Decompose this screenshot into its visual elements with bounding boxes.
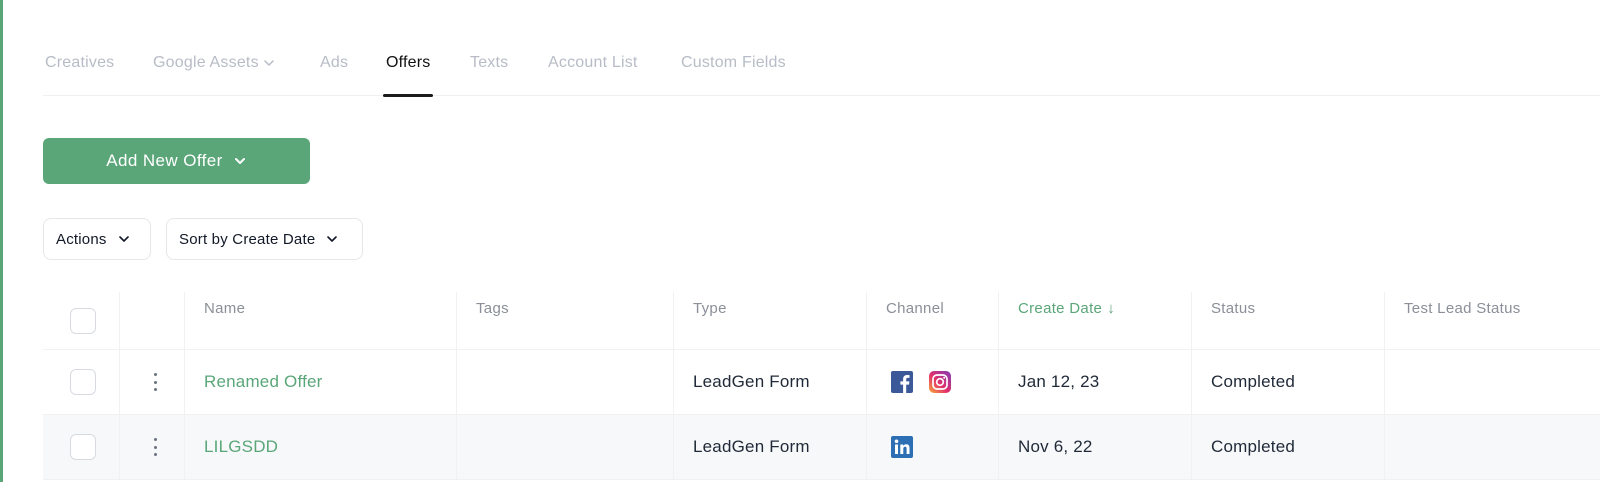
offer-test-lead-status-cell <box>1384 415 1600 479</box>
sort-dropdown[interactable]: Sort by Create Date <box>166 218 363 260</box>
offer-status-cell: Completed <box>1211 372 1296 391</box>
sort-descending-icon: ↓ <box>1107 300 1115 317</box>
column-header-type[interactable]: Type <box>673 292 866 349</box>
offers-table: Name Tags Type Channel Create Date ↓ Sta… <box>43 292 1600 480</box>
offer-tags-cell <box>456 415 673 479</box>
offer-channel-cell <box>866 350 998 414</box>
row-checkbox[interactable] <box>70 369 96 395</box>
instagram-icon <box>929 371 951 393</box>
column-header-tags[interactable]: Tags <box>456 292 673 349</box>
chevron-down-icon <box>118 236 129 242</box>
row-select-cell <box>70 350 96 414</box>
tab-bar: Creatives Google Assets Ads Offers Texts… <box>43 42 1600 97</box>
tab-creatives[interactable]: Creatives <box>45 42 114 96</box>
row-select-cell <box>70 415 96 479</box>
row-menu-cell <box>147 350 163 414</box>
table-row[interactable]: LILGSDD LeadGen Form Nov 6, 22 Completed <box>43 415 1600 480</box>
offer-type-cell: LeadGen Form <box>693 372 810 391</box>
column-divider <box>119 350 120 414</box>
offer-create-date-cell: Nov 6, 22 <box>1018 437 1093 456</box>
chevron-down-icon <box>327 236 338 242</box>
column-header-channel[interactable]: Channel <box>866 292 998 349</box>
column-divider <box>119 415 120 479</box>
select-all-cell <box>70 308 96 334</box>
offer-type-cell: LeadGen Form <box>693 437 810 456</box>
tab-offers[interactable]: Offers <box>383 42 434 97</box>
offer-tags-cell <box>456 350 673 414</box>
column-header-status[interactable]: Status <box>1191 292 1384 349</box>
offer-status-cell: Completed <box>1211 437 1296 456</box>
select-all-checkbox[interactable] <box>70 308 96 334</box>
add-new-offer-button[interactable]: Add New Offer <box>43 138 310 184</box>
linkedin-icon <box>891 436 913 458</box>
more-options-icon[interactable] <box>147 436 163 458</box>
chevron-down-icon <box>234 158 245 164</box>
offer-create-date-cell: Jan 12, 23 <box>1018 372 1100 391</box>
actions-dropdown[interactable]: Actions <box>43 218 151 260</box>
tab-account-list[interactable]: Account List <box>548 42 638 96</box>
tab-ads[interactable]: Ads <box>320 42 348 96</box>
offer-name-cell: LILGSDD <box>184 415 456 479</box>
row-menu-cell <box>147 415 163 479</box>
active-tab-underline <box>383 94 434 97</box>
tab-custom-fields[interactable]: Custom Fields <box>681 42 786 96</box>
facebook-icon <box>891 371 913 393</box>
row-checkbox[interactable] <box>70 434 96 460</box>
table-row[interactable]: Renamed Offer LeadGen Form Jan 12, 23 Co… <box>43 350 1600 415</box>
column-header-create-date-label: Create Date <box>1018 300 1103 317</box>
chevron-down-icon <box>264 60 274 66</box>
table-header-row: Name Tags Type Channel Create Date ↓ Sta… <box>43 292 1600 350</box>
tab-google-assets[interactable]: Google Assets <box>153 42 276 96</box>
offer-channel-cell <box>866 415 998 479</box>
offer-name-link[interactable]: Renamed Offer <box>204 372 323 392</box>
tab-texts[interactable]: Texts <box>470 42 508 96</box>
offer-name-link[interactable]: LILGSDD <box>204 437 278 457</box>
offer-test-lead-status-cell <box>1384 350 1600 414</box>
column-header-test-lead-status[interactable]: Test Lead Status <box>1384 292 1600 349</box>
column-header-create-date[interactable]: Create Date ↓ <box>998 292 1191 349</box>
offer-name-cell: Renamed Offer <box>184 350 456 414</box>
column-header-name[interactable]: Name <box>184 292 456 349</box>
more-options-icon[interactable] <box>147 371 163 393</box>
column-divider <box>119 292 120 349</box>
left-accent-bar <box>0 0 3 482</box>
